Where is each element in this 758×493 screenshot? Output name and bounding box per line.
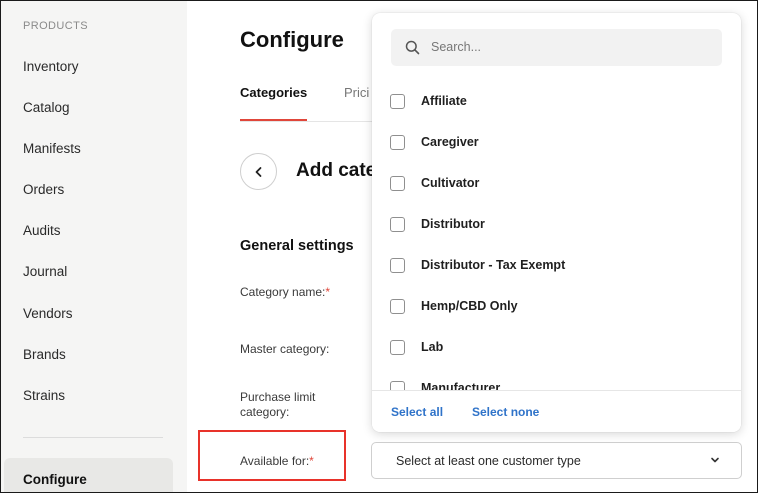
dropdown-footer: Select all Select none [372, 390, 741, 432]
option-hemp-cbd-only[interactable]: Hemp/CBD Only [390, 295, 720, 319]
option-affiliate[interactable]: Affiliate [390, 90, 720, 114]
checkbox[interactable] [390, 258, 405, 273]
available-for-label-text: Available for: [240, 454, 310, 468]
option-label: Distributor - Tax Exempt [421, 258, 566, 272]
checkbox[interactable] [390, 381, 405, 390]
purchase-limit-label-line1: Purchase limit [240, 390, 316, 404]
category-name-label: Category name:* [240, 285, 330, 300]
sidebar-item-manifests[interactable]: Manifests [23, 141, 81, 156]
checkbox[interactable] [390, 176, 405, 191]
page-title: Configure [240, 27, 344, 52]
option-label: Distributor [421, 217, 485, 231]
search-input[interactable] [431, 37, 711, 57]
checkbox[interactable] [390, 94, 405, 109]
chevron-left-icon [255, 166, 261, 177]
group-title: General settings [240, 238, 354, 254]
tab-pricing[interactable]: Prici [344, 85, 369, 100]
checkbox[interactable] [390, 340, 405, 355]
option-lab[interactable]: Lab [390, 336, 720, 360]
option-label: Affiliate [421, 94, 467, 108]
option-label: Cultivator [421, 176, 480, 190]
sidebar-divider [23, 437, 163, 438]
option-distributor-tax-exempt[interactable]: Distributor - Tax Exempt [390, 254, 720, 278]
customer-type-select-value: Select at least one customer type [396, 454, 581, 468]
search-icon [405, 40, 420, 55]
sidebar-item-journal[interactable]: Journal [23, 264, 67, 279]
sidebar-item-strains[interactable]: Strains [23, 388, 65, 403]
purchase-limit-label: Purchase limit category: [240, 390, 315, 420]
option-distributor[interactable]: Distributor [390, 213, 720, 237]
option-manufacturer[interactable]: Manufacturer [390, 377, 720, 390]
sidebar-heading: PRODUCTS [23, 20, 88, 32]
sidebar-item-audits[interactable]: Audits [23, 223, 61, 238]
option-label: Hemp/CBD Only [421, 299, 518, 313]
sidebar-item-catalog[interactable]: Catalog [23, 100, 70, 115]
section-title: Add cate [296, 160, 377, 181]
chevron-down-icon [711, 457, 719, 463]
checkbox[interactable] [390, 217, 405, 232]
option-label: Lab [421, 340, 444, 354]
category-name-label-text: Category name: [240, 285, 326, 299]
required-mark: * [325, 285, 331, 299]
sidebar-item-inventory[interactable]: Inventory [23, 59, 79, 74]
master-category-label: Master category: [240, 342, 330, 356]
tab-categories[interactable]: Categories [240, 85, 307, 100]
sidebar-item-brands[interactable]: Brands [23, 347, 66, 362]
sidebar-item-orders[interactable]: Orders [23, 182, 64, 197]
customer-type-select[interactable]: Select at least one customer type [371, 442, 742, 479]
sidebar-item-label: Configure [23, 472, 87, 487]
options-list[interactable]: Affiliate Caregiver Cultivator Distribut… [372, 13, 741, 390]
sidebar: PRODUCTS Inventory Catalog Manifests Ord… [0, 0, 187, 493]
checkbox[interactable] [390, 299, 405, 314]
select-none-link[interactable]: Select none [472, 405, 539, 419]
purchase-limit-label-line2: category: [240, 405, 290, 419]
option-label: Manufacturer [421, 381, 501, 390]
option-label: Caregiver [421, 135, 479, 149]
back-button[interactable] [240, 153, 277, 190]
option-caregiver[interactable]: Caregiver [390, 131, 720, 155]
sidebar-item-configure[interactable]: Configure [4, 458, 173, 493]
customer-type-dropdown: Affiliate Caregiver Cultivator Distribut… [372, 13, 741, 432]
sidebar-item-vendors[interactable]: Vendors [23, 306, 73, 321]
option-cultivator[interactable]: Cultivator [390, 172, 720, 196]
search-box [391, 29, 722, 66]
required-mark: * [309, 454, 314, 468]
available-for-label: Available for:* [240, 454, 314, 469]
select-all-link[interactable]: Select all [391, 405, 443, 419]
checkbox[interactable] [390, 135, 405, 150]
